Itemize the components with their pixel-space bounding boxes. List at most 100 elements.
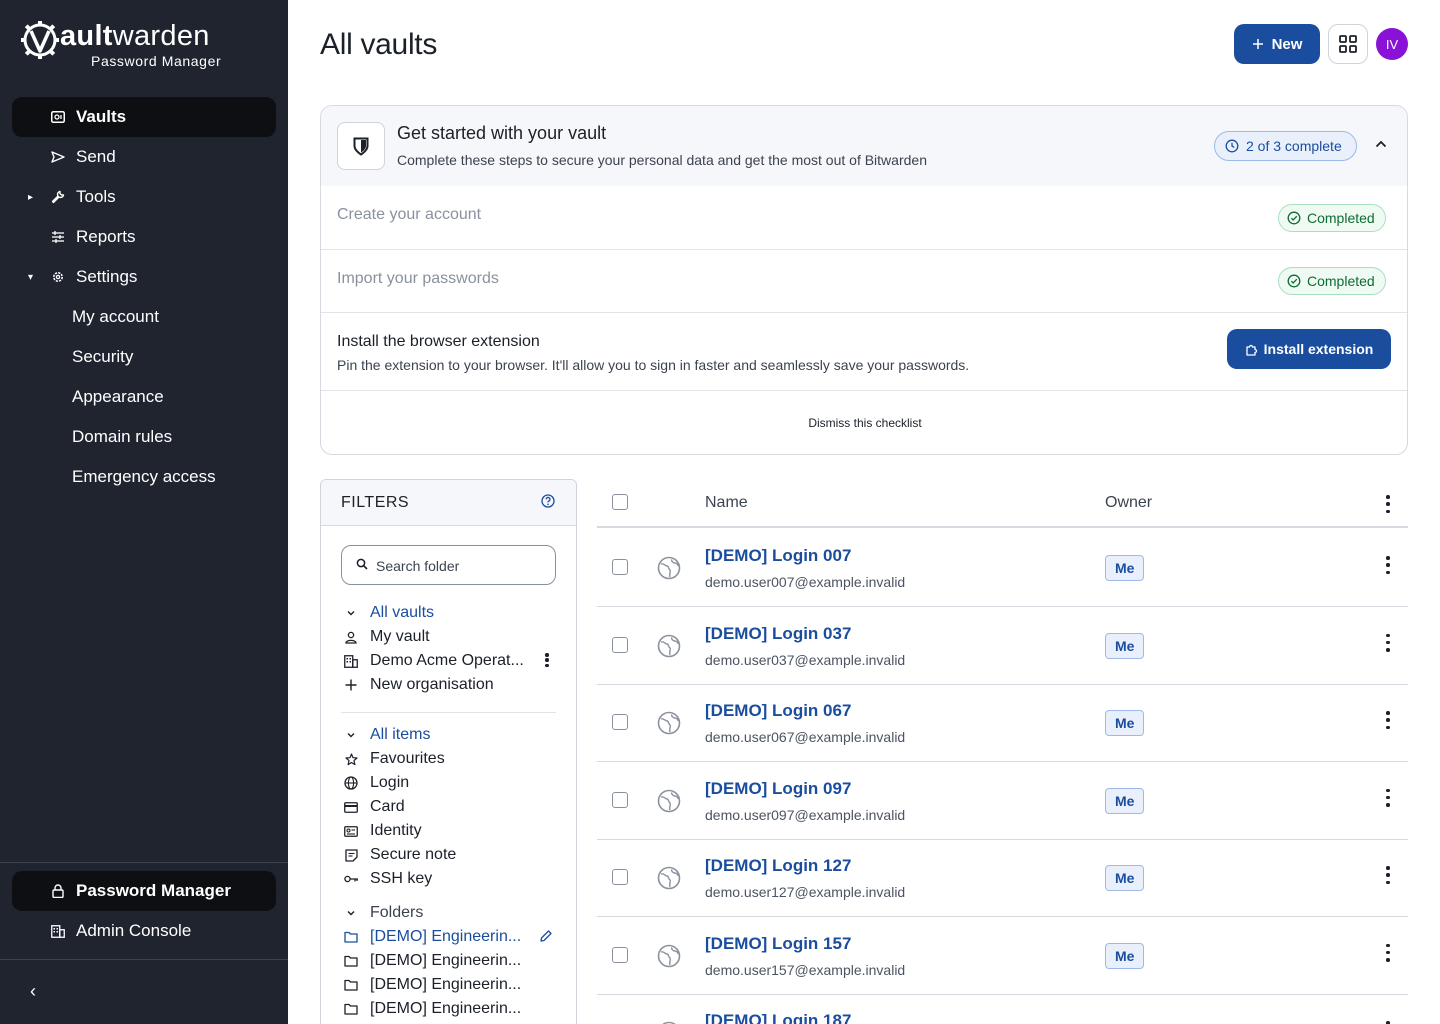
table-row[interactable]: [DEMO] Login 067 demo.user067@example.in… bbox=[597, 684, 1408, 762]
filter-folder-item[interactable]: [DEMO] Engineerin... bbox=[343, 997, 558, 1021]
row-checkbox[interactable] bbox=[612, 714, 628, 730]
checklist-header[interactable]: Get started with your vault Complete the… bbox=[321, 106, 1407, 186]
owner-badge: Me bbox=[1105, 865, 1145, 891]
filter-organization[interactable]: Demo Acme Operat... bbox=[343, 649, 558, 673]
item-name-link[interactable]: [DEMO] Login 097 bbox=[705, 779, 851, 799]
product-switcher-button[interactable] bbox=[1328, 24, 1368, 64]
user-icon bbox=[343, 629, 359, 645]
edit-folder-pencil-icon[interactable] bbox=[539, 929, 553, 943]
filter-folder-item[interactable]: [DEMO] Engineerin... bbox=[343, 925, 558, 949]
filter-login[interactable]: Login bbox=[343, 771, 558, 795]
item-name-link[interactable]: [DEMO] Login 157 bbox=[705, 934, 851, 954]
sidebar-item-password-manager[interactable]: Password Manager bbox=[12, 871, 276, 911]
sidebar-divider-bottom bbox=[0, 959, 288, 960]
bulk-options-kebab-icon[interactable] bbox=[1383, 495, 1393, 513]
row-checkbox[interactable] bbox=[612, 946, 628, 963]
globe-icon bbox=[657, 634, 681, 657]
chevron-up-icon[interactable] bbox=[1373, 136, 1389, 152]
id-card-icon bbox=[343, 823, 359, 839]
filters-title: FILTERS bbox=[341, 494, 410, 511]
sidebar-item-vaults[interactable]: Vaults bbox=[12, 97, 276, 137]
sidebar-item-reports[interactable]: Reports bbox=[12, 217, 276, 257]
filter-ssh-key[interactable]: SSH key bbox=[343, 867, 558, 891]
table-row[interactable]: [DEMO] Login 007 demo.user007@example.in… bbox=[597, 529, 1408, 607]
filters-header: FILTERS bbox=[321, 480, 576, 526]
table-row[interactable]: [DEMO] Login 157 demo.user157@example.in… bbox=[597, 917, 1408, 995]
folder-icon bbox=[343, 1001, 359, 1017]
item-name-link[interactable]: [DEMO] Login 007 bbox=[705, 546, 851, 566]
filter-folder-item[interactable]: [DEMO] Engineerin... bbox=[343, 973, 558, 997]
filter-my-vault[interactable]: My vault bbox=[343, 625, 558, 649]
chevron-down-icon bbox=[343, 605, 359, 621]
caret-right-icon: ▸ bbox=[28, 191, 34, 203]
vaultwarden-logo[interactable]: aultwarden Password Manager bbox=[20, 18, 230, 70]
checklist-subtitle: Complete these steps to secure your pers… bbox=[397, 152, 927, 168]
search-folder-input[interactable] bbox=[376, 556, 546, 576]
folder-icon bbox=[343, 929, 359, 945]
question-circle-icon[interactable] bbox=[541, 494, 555, 508]
row-checkbox[interactable] bbox=[612, 636, 628, 653]
table-row[interactable]: [DEMO] Login 037 demo.user037@example.in… bbox=[597, 607, 1408, 685]
vault-table-header: Name Owner bbox=[597, 480, 1408, 528]
filter-all-vaults[interactable]: All vaults bbox=[343, 601, 558, 625]
column-name[interactable]: Name bbox=[705, 494, 748, 512]
building-icon bbox=[343, 653, 359, 669]
sidebar-sub-appearance[interactable]: Appearance bbox=[72, 377, 164, 417]
filter-card[interactable]: Card bbox=[343, 795, 558, 819]
sidebar-item-send[interactable]: Send bbox=[12, 137, 276, 177]
user-avatar[interactable]: IV bbox=[1376, 28, 1408, 60]
sidebar-sub-my-account[interactable]: My account bbox=[72, 297, 159, 337]
organization-options-kebab-icon[interactable] bbox=[541, 653, 553, 667]
row-checkbox[interactable] bbox=[612, 559, 628, 575]
collapse-sidebar-chevron-left-icon[interactable]: ‹ bbox=[24, 980, 42, 1002]
sidebar-item-settings[interactable]: ▾ Settings bbox=[12, 257, 276, 297]
column-owner[interactable]: Owner bbox=[1105, 494, 1152, 512]
filter-folder-item[interactable]: [DEMO] Engineerin... bbox=[343, 949, 558, 973]
globe-icon bbox=[343, 775, 359, 791]
item-name-link[interactable]: [DEMO] Login 067 bbox=[705, 701, 851, 721]
key-icon bbox=[343, 871, 359, 887]
item-name-link[interactable]: [DEMO] Login 127 bbox=[705, 856, 851, 876]
row-checkbox[interactable] bbox=[612, 791, 628, 808]
sidebar-sub-security[interactable]: Security bbox=[72, 337, 133, 377]
globe-icon bbox=[657, 866, 681, 890]
item-options-kebab-icon[interactable] bbox=[1383, 943, 1393, 962]
item-name-link[interactable]: [DEMO] Login 037 bbox=[705, 624, 851, 644]
item-username: demo.user097@example.invalid bbox=[705, 806, 906, 823]
dismiss-checklist-link[interactable]: Dismiss this checklist bbox=[321, 416, 1407, 430]
vault-icon bbox=[50, 109, 66, 125]
filter-new-organisation[interactable]: New organisation bbox=[343, 673, 558, 697]
sidebar-item-admin-console[interactable]: Admin Console bbox=[12, 911, 276, 951]
item-options-kebab-icon[interactable] bbox=[1383, 788, 1393, 807]
item-name-link[interactable]: [DEMO] Login 187 bbox=[705, 1011, 851, 1024]
sidebar-divider bbox=[0, 862, 288, 863]
select-all-checkbox[interactable] bbox=[612, 494, 628, 510]
filter-all-items[interactable]: All items bbox=[343, 723, 558, 747]
filter-folders[interactable]: Folders bbox=[343, 901, 558, 925]
item-options-kebab-icon[interactable] bbox=[1383, 866, 1393, 884]
install-extension-button[interactable]: Install extension bbox=[1227, 329, 1391, 369]
filter-secure-note[interactable]: Secure note bbox=[343, 843, 558, 867]
filter-identity[interactable]: Identity bbox=[343, 819, 558, 843]
item-username: demo.user067@example.invalid bbox=[705, 729, 906, 745]
item-options-kebab-icon[interactable] bbox=[1383, 633, 1393, 652]
sidebar-sub-emergency-access[interactable]: Emergency access bbox=[72, 457, 216, 497]
progress-badge: 2 of 3 complete bbox=[1214, 131, 1357, 161]
filter-favourites[interactable]: Favourites bbox=[343, 747, 558, 771]
table-row[interactable]: [DEMO] Login 097 demo.user097@example.in… bbox=[597, 762, 1408, 840]
sticky-note-icon bbox=[343, 847, 359, 863]
table-row[interactable]: [DEMO] Login 127 demo.user127@example.in… bbox=[597, 839, 1408, 917]
wrench-icon bbox=[50, 189, 66, 205]
item-username: demo.user037@example.invalid bbox=[705, 651, 906, 668]
row-checkbox[interactable] bbox=[612, 869, 628, 885]
sidebar-item-tools[interactable]: ▸ Tools bbox=[12, 177, 276, 217]
item-options-kebab-icon[interactable] bbox=[1383, 711, 1393, 729]
sidebar-sub-domain-rules[interactable]: Domain rules bbox=[72, 417, 172, 457]
table-row[interactable]: [DEMO] Login 187 bbox=[597, 994, 1408, 1024]
checklist-step-install-extension: Install the browser extension Pin the ex… bbox=[321, 312, 1407, 390]
checklist-title: Get started with your vault bbox=[397, 123, 607, 143]
credit-card-icon bbox=[343, 799, 359, 815]
new-button[interactable]: New bbox=[1234, 24, 1320, 64]
item-options-kebab-icon[interactable] bbox=[1383, 556, 1393, 574]
chevron-down-icon bbox=[343, 727, 359, 743]
